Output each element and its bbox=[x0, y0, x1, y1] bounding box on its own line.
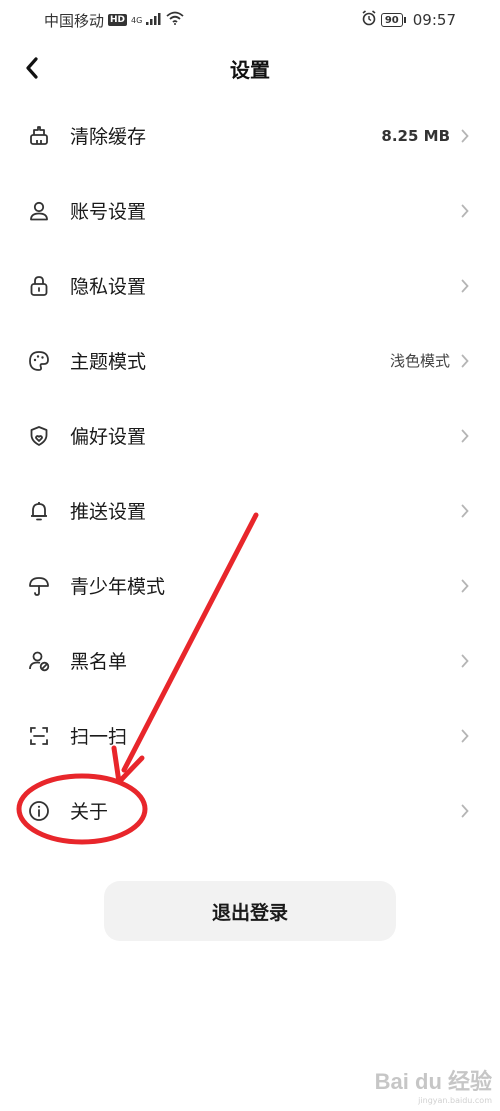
settings-item-about[interactable]: 关于 bbox=[0, 773, 500, 848]
user-icon bbox=[26, 198, 52, 224]
battery-indicator: 90 bbox=[380, 13, 406, 27]
page-title: 设置 bbox=[230, 57, 270, 82]
settings-item-label: 清除缓存 bbox=[70, 126, 147, 148]
user-block-icon bbox=[26, 648, 52, 674]
baidu-jingyan-logo: Bai du 经验 bbox=[374, 1069, 492, 1094]
settings-item-teen-mode[interactable]: 青少年模式 bbox=[0, 548, 500, 623]
settings-item-blacklist[interactable]: 黑名单 bbox=[0, 623, 500, 698]
watermark: Bai du 经验 jingyan.baidu.com bbox=[375, 1064, 492, 1105]
settings-item-label: 关于 bbox=[70, 801, 109, 823]
status-left: 中国移动 HD 4G bbox=[44, 10, 184, 31]
bell-icon bbox=[26, 498, 52, 524]
broom-icon bbox=[26, 123, 52, 149]
info-icon bbox=[26, 798, 52, 824]
clock: 09:57 bbox=[412, 11, 456, 29]
settings-item-label: 隐私设置 bbox=[70, 276, 147, 298]
chevron-right-icon bbox=[460, 428, 470, 444]
cache-size-value: 8.25 MB bbox=[381, 126, 450, 145]
umbrella-icon bbox=[26, 573, 52, 599]
settings-item-label: 主题模式 bbox=[70, 351, 147, 373]
chevron-right-icon bbox=[460, 803, 470, 819]
chevron-right-icon bbox=[460, 353, 470, 369]
settings-item-label: 黑名单 bbox=[70, 651, 128, 673]
chevron-right-icon bbox=[460, 503, 470, 519]
shield-heart-icon bbox=[26, 423, 52, 449]
chevron-right-icon bbox=[460, 278, 470, 294]
settings-item-clear-cache[interactable]: 清除缓存 8.25 MB bbox=[0, 98, 500, 173]
settings-item-theme[interactable]: 主题模式 浅色模式 bbox=[0, 323, 500, 398]
wifi-icon bbox=[166, 11, 184, 29]
settings-item-scan[interactable]: 扫一扫 bbox=[0, 698, 500, 773]
settings-item-label: 偏好设置 bbox=[70, 426, 147, 448]
status-right: 90 09:57 bbox=[361, 10, 456, 30]
chevron-right-icon bbox=[460, 128, 470, 144]
settings-item-label: 扫一扫 bbox=[70, 726, 128, 748]
settings-list: 清除缓存 8.25 MB 账号设置 隐私设置 主题模式 浅色模式 偏好设置 推送… bbox=[0, 98, 500, 848]
chevron-right-icon bbox=[460, 653, 470, 669]
alarm-icon bbox=[361, 10, 377, 30]
theme-mode-value: 浅色模式 bbox=[389, 352, 450, 370]
chevron-right-icon bbox=[460, 728, 470, 744]
network-type: 4G bbox=[131, 15, 143, 25]
settings-item-preferences[interactable]: 偏好设置 bbox=[0, 398, 500, 473]
settings-item-push[interactable]: 推送设置 bbox=[0, 473, 500, 548]
scan-icon bbox=[26, 723, 52, 749]
chevron-right-icon bbox=[460, 203, 470, 219]
watermark-url: jingyan.baidu.com bbox=[418, 1096, 492, 1105]
back-button[interactable] bbox=[18, 52, 46, 84]
settings-item-label: 账号设置 bbox=[70, 201, 147, 223]
settings-item-label: 青少年模式 bbox=[70, 576, 166, 598]
back-arrow-icon bbox=[26, 57, 38, 79]
settings-item-account[interactable]: 账号设置 bbox=[0, 173, 500, 248]
status-bar: 中国移动 HD 4G 90 09:57 bbox=[0, 0, 500, 40]
palette-icon bbox=[26, 348, 52, 374]
settings-item-privacy[interactable]: 隐私设置 bbox=[0, 248, 500, 323]
signal-icon bbox=[146, 11, 162, 29]
carrier-name: 中国移动 bbox=[44, 11, 105, 30]
settings-item-label: 推送设置 bbox=[70, 501, 147, 523]
hd-badge: HD bbox=[108, 14, 128, 26]
chevron-right-icon bbox=[460, 578, 470, 594]
lock-icon bbox=[26, 273, 52, 299]
header: 设置 bbox=[0, 40, 500, 96]
logout-button[interactable]: 退出登录 bbox=[104, 881, 396, 941]
